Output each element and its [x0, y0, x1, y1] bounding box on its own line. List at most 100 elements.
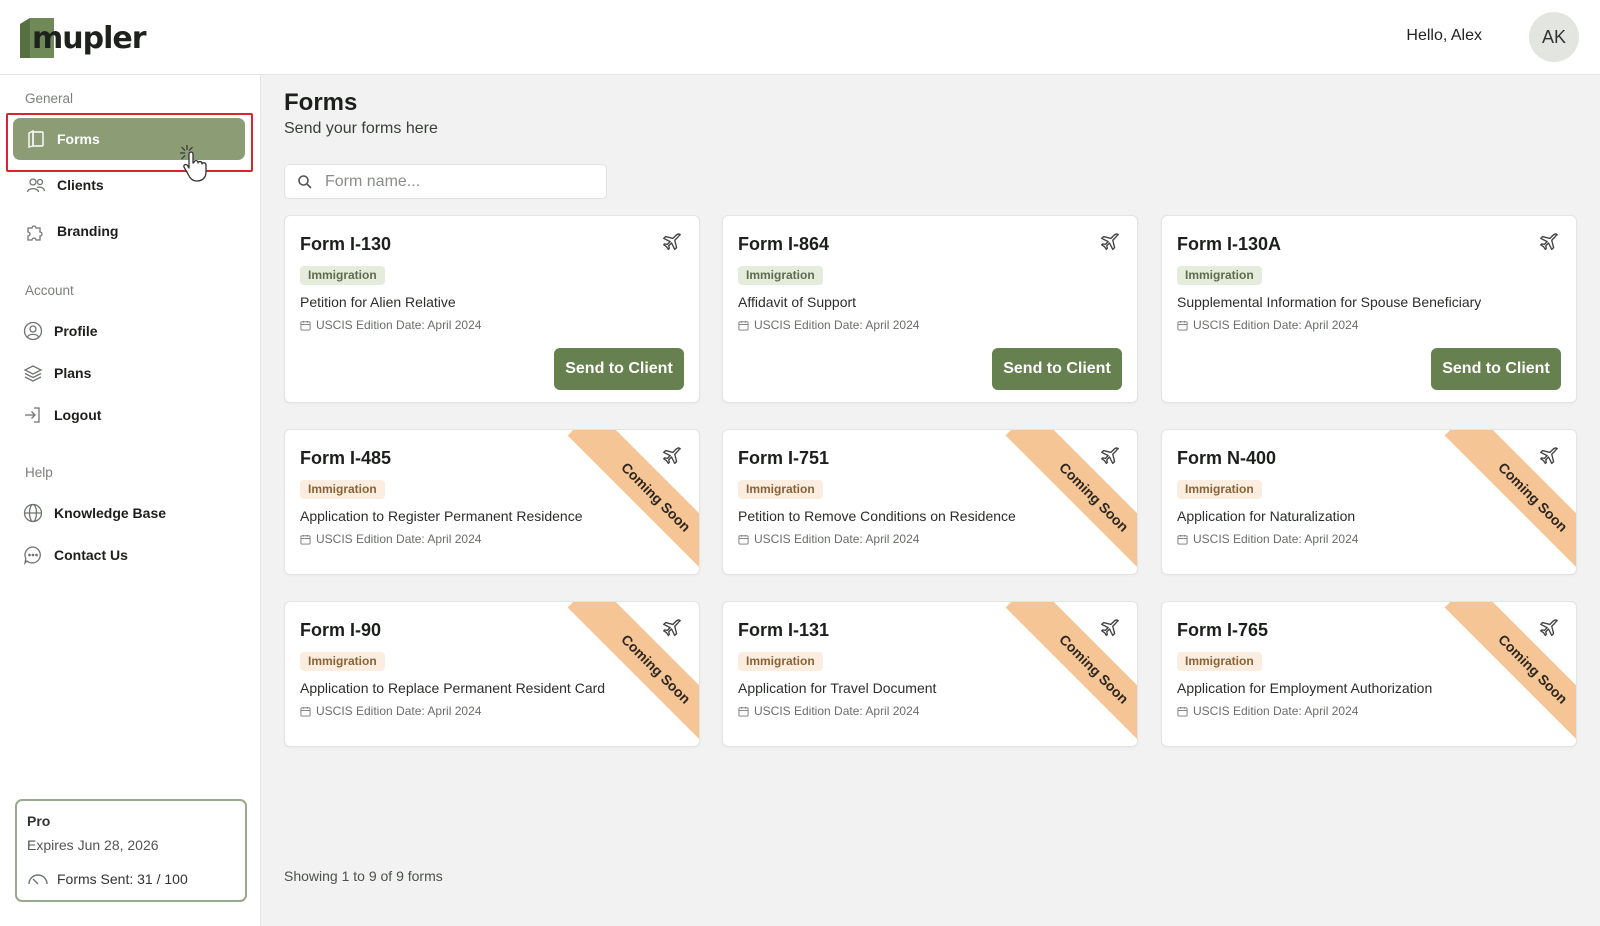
- user-greeting: Hello, Alex: [1406, 27, 1482, 44]
- form-edition-date: USCIS Edition Date: April 2024: [738, 704, 919, 718]
- form-description: Affidavit of Support: [738, 294, 857, 310]
- form-card-i-751: Coming Soon Form I-751 Immigration Petit…: [722, 429, 1138, 575]
- sidebar-item-logout[interactable]: Logout: [13, 394, 245, 436]
- sidebar-item-contact-us[interactable]: Contact Us: [13, 534, 245, 576]
- main-content: Forms Send your forms here Form I-130 Im…: [262, 75, 1600, 926]
- top-header: mupler Hello, Alex AK: [0, 0, 1600, 75]
- airplane-icon[interactable]: [1099, 446, 1121, 468]
- sidebar-item-label: Clients: [57, 177, 104, 193]
- form-title: Form I-90: [300, 620, 382, 640]
- form-title: Form I-130A: [1177, 234, 1282, 254]
- airplane-icon[interactable]: [661, 446, 683, 468]
- form-title: Form I-765: [1177, 620, 1269, 640]
- form-description: Petition for Alien Relative: [300, 294, 456, 310]
- logo-text: mupler: [32, 20, 147, 56]
- form-card-n-400: Coming Soon Form N-400 Immigration Appli…: [1161, 429, 1577, 575]
- form-edition-date: USCIS Edition Date: April 2024: [300, 532, 481, 546]
- category-badge: Immigration: [300, 480, 385, 499]
- form-title: Form N-400: [1177, 448, 1277, 468]
- page-title: Forms: [284, 89, 358, 116]
- sidebar-section-account: Account: [25, 283, 74, 298]
- form-card-i-765: Coming Soon Form I-765 Immigration Appli…: [1161, 601, 1577, 747]
- layers-icon: [22, 362, 44, 384]
- chat-icon: [22, 544, 44, 566]
- calendar-icon: [738, 320, 749, 331]
- airplane-icon[interactable]: [1538, 618, 1560, 640]
- send-to-client-button[interactable]: Send to Client: [1431, 348, 1561, 390]
- search-input[interactable]: [325, 172, 595, 191]
- airplane-icon[interactable]: [1538, 232, 1560, 254]
- airplane-icon[interactable]: [1538, 446, 1560, 468]
- form-description: Application for Travel Document: [738, 680, 937, 696]
- form-title: Form I-131: [738, 620, 830, 640]
- puzzle-icon: [25, 220, 47, 242]
- airplane-icon[interactable]: [661, 618, 683, 640]
- globe-icon: [22, 502, 44, 524]
- form-card-i-130: Form I-130 Immigration Petition for Alie…: [284, 215, 700, 403]
- category-badge: Immigration: [1177, 266, 1262, 285]
- forms-icon: [25, 128, 47, 150]
- logo[interactable]: mupler: [20, 18, 147, 58]
- airplane-icon[interactable]: [1099, 232, 1121, 254]
- search-icon: [298, 174, 312, 189]
- sidebar: General Forms Clients Branding Account P…: [0, 75, 261, 926]
- hand-pointer-icon: [180, 145, 207, 182]
- user-circle-icon: [22, 320, 44, 342]
- form-edition-date-label: USCIS Edition Date: April 2024: [1193, 704, 1359, 718]
- form-edition-date-label: USCIS Edition Date: April 2024: [316, 532, 482, 546]
- form-edition-date: USCIS Edition Date: April 2024: [300, 318, 481, 332]
- sidebar-item-profile[interactable]: Profile: [13, 310, 245, 352]
- calendar-icon: [1177, 320, 1188, 331]
- form-description: Petition to Remove Conditions on Residen…: [738, 508, 1016, 524]
- form-edition-date: USCIS Edition Date: April 2024: [738, 318, 919, 332]
- calendar-icon: [300, 320, 311, 331]
- plan-expiry: Expires Jun 28, 2026: [27, 837, 159, 853]
- send-to-client-button[interactable]: Send to Client: [554, 348, 684, 390]
- form-edition-date: USCIS Edition Date: April 2024: [1177, 318, 1358, 332]
- form-edition-date: USCIS Edition Date: April 2024: [300, 704, 481, 718]
- gauge-icon: [28, 874, 48, 885]
- category-badge: Immigration: [1177, 652, 1262, 671]
- form-description: Application to Register Permanent Reside…: [300, 508, 583, 524]
- sidebar-item-plans[interactable]: Plans: [13, 352, 245, 394]
- send-to-client-button[interactable]: Send to Client: [992, 348, 1122, 390]
- form-card-i-864: Form I-864 Immigration Affidavit of Supp…: [722, 215, 1138, 403]
- form-edition-date-label: USCIS Edition Date: April 2024: [754, 704, 920, 718]
- category-badge: Immigration: [738, 652, 823, 671]
- form-edition-date: USCIS Edition Date: April 2024: [1177, 704, 1358, 718]
- user-avatar[interactable]: AK: [1529, 12, 1579, 62]
- category-badge: Immigration: [738, 480, 823, 499]
- users-icon: [25, 174, 47, 196]
- sidebar-item-label: Knowledge Base: [54, 505, 167, 521]
- sidebar-item-label: Plans: [54, 365, 92, 381]
- form-card-i-131: Coming Soon Form I-131 Immigration Appli…: [722, 601, 1138, 747]
- calendar-icon: [1177, 534, 1188, 545]
- airplane-icon[interactable]: [661, 232, 683, 254]
- sidebar-item-branding[interactable]: Branding: [13, 210, 245, 252]
- sidebar-item-label: Profile: [54, 323, 98, 339]
- category-badge: Immigration: [738, 266, 823, 285]
- form-title: Form I-864: [738, 234, 830, 254]
- form-edition-date-label: USCIS Edition Date: April 2024: [754, 318, 920, 332]
- form-description: Application to Replace Permanent Residen…: [300, 680, 606, 696]
- sidebar-item-label: Branding: [57, 223, 119, 239]
- sidebar-section-help: Help: [25, 465, 53, 480]
- search-box: [284, 164, 607, 199]
- plan-card: Pro Expires Jun 28, 2026 Forms Sent: 31 …: [15, 799, 247, 902]
- plan-name: Pro: [27, 813, 51, 829]
- form-edition-date-label: USCIS Edition Date: April 2024: [316, 318, 482, 332]
- sidebar-section-general: General: [25, 91, 74, 106]
- category-badge: Immigration: [1177, 480, 1262, 499]
- form-edition-date: USCIS Edition Date: April 2024: [738, 532, 919, 546]
- pagination-summary: Showing 1 to 9 of 9 forms: [284, 868, 443, 884]
- calendar-icon: [1177, 706, 1188, 717]
- sidebar-item-label: Contact Us: [54, 547, 128, 563]
- form-edition-date-label: USCIS Edition Date: April 2024: [1193, 318, 1359, 332]
- form-card-i-485: Coming Soon Form I-485 Immigration Appli…: [284, 429, 700, 575]
- form-description: Supplemental Information for Spouse Bene…: [1177, 294, 1482, 310]
- form-card-i-90: Coming Soon Form I-90 Immigration Applic…: [284, 601, 700, 747]
- airplane-icon[interactable]: [1099, 618, 1121, 640]
- sidebar-item-label: Logout: [54, 407, 102, 423]
- form-title: Form I-130: [300, 234, 392, 254]
- sidebar-item-knowledge-base[interactable]: Knowledge Base: [13, 492, 245, 534]
